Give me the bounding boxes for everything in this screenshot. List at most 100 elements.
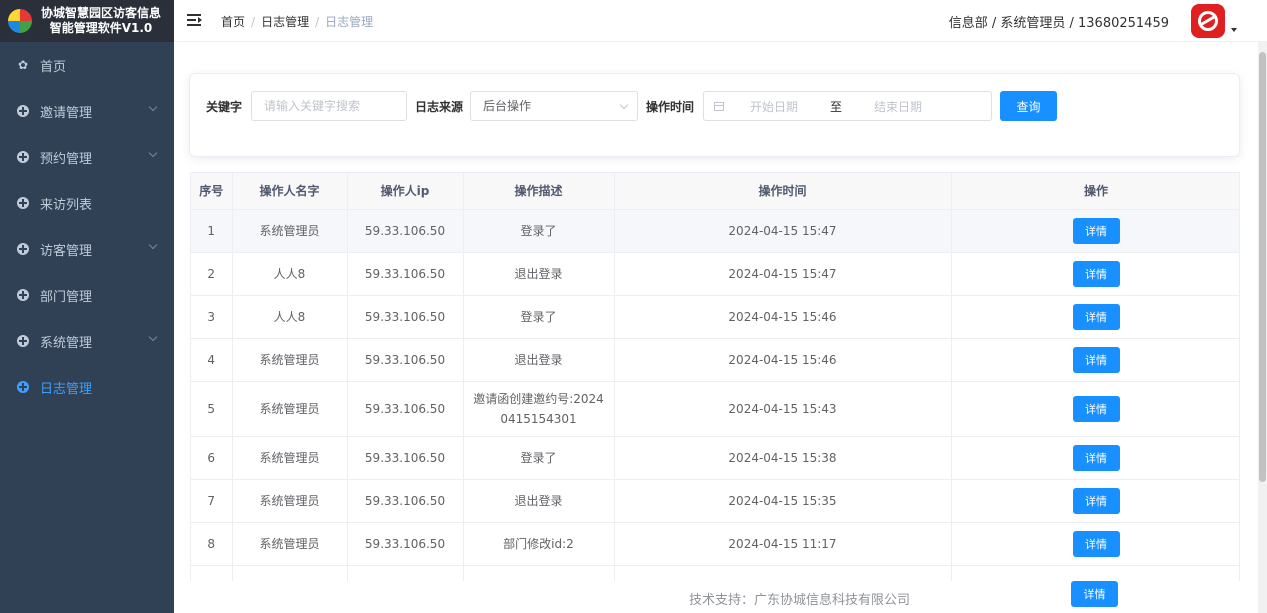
sidebar-item-label: 预约管理 — [40, 151, 93, 167]
sidebar-item-invitation[interactable]: 邀请管理 — [0, 88, 174, 134]
plus-circle-icon — [16, 334, 30, 348]
cell-action: 详情 — [951, 522, 1239, 566]
breadcrumb-separator: / — [251, 14, 256, 29]
cell-no — [191, 565, 233, 581]
cell-action: 详情 — [951, 252, 1239, 296]
caret-down-icon[interactable] — [1231, 28, 1237, 32]
cell-no: 2 — [191, 252, 233, 296]
hamburger-menu-icon[interactable] — [187, 14, 202, 26]
cell-action: 详情 — [951, 338, 1239, 382]
scrollbar-thumb[interactable] — [1259, 52, 1266, 482]
cell-name: 系统管理员 — [232, 381, 348, 437]
cell-desc — [463, 565, 615, 581]
plus-circle-icon — [16, 380, 30, 394]
table-row: 5 系统管理员 59.33.106.50 邀请函创建邀约号:2024041515… — [191, 381, 1239, 437]
source-select-value: 后台操作 — [483, 99, 532, 113]
calendar-icon — [714, 101, 724, 111]
sidebar-item-label: 部门管理 — [40, 289, 93, 305]
table-row: 7 系统管理员 59.33.106.50 退出登录 2024-04-15 15:… — [191, 479, 1239, 523]
sidebar-item-home[interactable]: ✿ 首页 — [0, 42, 174, 88]
detail-button[interactable]: 详情 — [1072, 487, 1120, 514]
sidebar-item-log[interactable]: 日志管理 — [0, 364, 174, 410]
detail-button[interactable]: 详情 — [1072, 260, 1120, 287]
detail-button[interactable]: 详情 — [1071, 581, 1118, 607]
cell-desc: 退出登录 — [463, 252, 615, 296]
cell-time: 2024-04-15 15:35 — [614, 479, 952, 523]
sidebar-item-visit-list[interactable]: 来访列表 — [0, 180, 174, 226]
cell-time: 2024-04-15 15:47 — [614, 252, 952, 296]
cell-time: 2024-04-15 15:47 — [614, 209, 952, 253]
cell-no: 5 — [191, 381, 233, 437]
detail-button[interactable]: 详情 — [1072, 217, 1120, 244]
cell-desc: 退出登录 — [463, 338, 615, 382]
vertical-scrollbar[interactable] — [1258, 42, 1267, 613]
footer-credit: 技术支持：广东协城信息科技有限公司 — [689, 593, 911, 608]
app-title-line1: 协城智慧园区访客信息 — [40, 6, 161, 20]
cell-ip: 59.33.106.50 — [347, 295, 464, 339]
log-table: 序号 操作人名字 操作人ip 操作描述 操作时间 操作 1 系统管理员 59.3… — [190, 172, 1240, 581]
detail-button[interactable]: 详情 — [1072, 395, 1120, 422]
cell-desc: 部门修改id:2 — [463, 522, 615, 566]
column-header-time: 操作时间 — [614, 173, 952, 210]
cell-desc: 登录了 — [463, 295, 615, 339]
cell-desc: 退出登录 — [463, 479, 615, 523]
sidebar-item-label: 访客管理 — [40, 243, 93, 259]
query-button[interactable]: 查询 — [1000, 91, 1057, 121]
sidebar-item-label: 首页 — [40, 59, 67, 75]
cell-desc: 邀请函创建邀约号:20240415154301 — [463, 381, 615, 437]
sidebar-item-system[interactable]: 系统管理 — [0, 318, 174, 364]
keyword-input[interactable] — [251, 91, 407, 121]
cell-name: 系统管理员 — [232, 209, 348, 253]
breadcrumb: 首页 / 日志管理 / 日志管理 — [221, 13, 373, 30]
breadcrumb-home[interactable]: 首页 — [221, 13, 245, 30]
cell-name: 系统管理员 — [232, 479, 348, 523]
breadcrumb-current: 日志管理 — [325, 15, 374, 29]
table-row: 4 系统管理员 59.33.106.50 退出登录 2024-04-15 15:… — [191, 338, 1239, 382]
source-select[interactable]: 后台操作 — [470, 91, 638, 121]
cell-no: 4 — [191, 338, 233, 382]
detail-button[interactable]: 详情 — [1072, 303, 1120, 330]
sidebar-item-department[interactable]: 部门管理 — [0, 272, 174, 318]
end-date-input[interactable]: 结束日期 — [848, 98, 948, 115]
column-header-no: 序号 — [191, 173, 233, 210]
cell-ip: 59.33.106.50 — [347, 436, 464, 480]
detail-button[interactable]: 详情 — [1072, 444, 1120, 471]
start-date-input[interactable]: 开始日期 — [724, 98, 824, 115]
sidebar-item-label: 来访列表 — [40, 197, 93, 213]
brand-logo-icon — [1198, 11, 1218, 31]
cell-name: 系统管理员 — [232, 436, 348, 480]
chevron-down-icon — [619, 100, 629, 110]
sidebar-item-reservation[interactable]: 预约管理 — [0, 134, 174, 180]
detail-button[interactable]: 详情 — [1072, 346, 1120, 373]
table-row: 3 人人8 59.33.106.50 登录了 2024-04-15 15:46 … — [191, 295, 1239, 339]
table-row: 8 系统管理员 59.33.106.50 部门修改id:2 2024-04-15… — [191, 522, 1239, 566]
plus-circle-icon — [16, 196, 30, 210]
cell-name: 系统管理员 — [232, 522, 348, 566]
cell-name — [232, 565, 348, 581]
column-header-desc: 操作描述 — [463, 173, 615, 210]
time-label: 操作时间 — [646, 100, 695, 114]
page-footer: 技术支持：广东协城信息科技有限公司 详情 — [174, 581, 1258, 613]
plus-circle-icon — [16, 150, 30, 164]
breadcrumb-log: 日志管理 — [261, 15, 310, 29]
date-range-separator: 至 — [829, 99, 842, 114]
user-info: 信息部 / 系统管理员 / 13680251459 — [948, 16, 1169, 31]
chevron-down-icon — [148, 240, 158, 250]
detail-button[interactable]: 详情 — [1072, 530, 1120, 557]
chevron-down-icon — [148, 148, 158, 158]
app-logo-icon — [8, 9, 32, 33]
avatar[interactable] — [1191, 4, 1225, 38]
cell-time: 2024-04-15 15:43 — [614, 381, 952, 437]
sidebar-item-visitor[interactable]: 访客管理 — [0, 226, 174, 272]
cell-name: 人人8 — [232, 295, 348, 339]
cell-ip: 59.33.106.50 — [347, 209, 464, 253]
breadcrumb-separator: / — [315, 14, 320, 29]
sidebar-item-label: 日志管理 — [40, 381, 93, 397]
date-range-picker[interactable]: 开始日期 至 结束日期 — [703, 91, 992, 121]
cell-no: 8 — [191, 522, 233, 566]
column-header-action: 操作 — [951, 173, 1239, 210]
cell-action: 详情 — [951, 295, 1239, 339]
column-header-name: 操作人名字 — [232, 173, 348, 210]
cell-no: 1 — [191, 209, 233, 253]
cell-no: 6 — [191, 436, 233, 480]
